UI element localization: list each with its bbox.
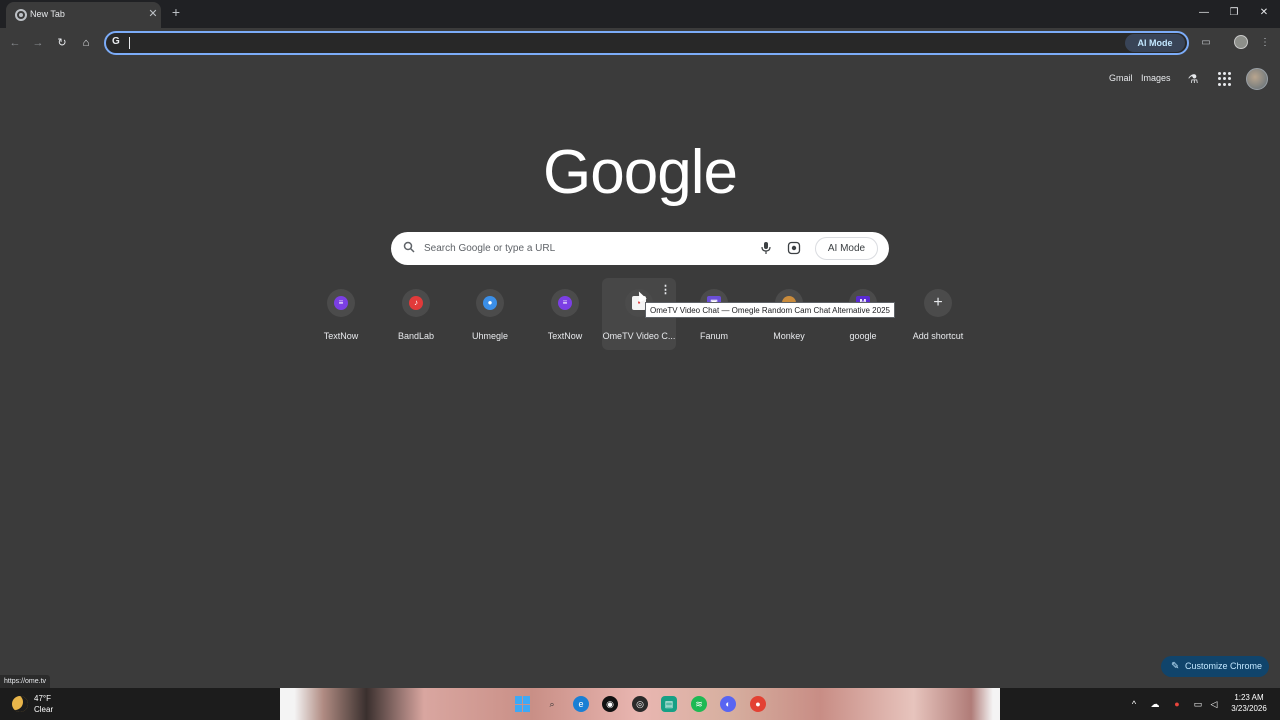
shortcut-tooltip: OmeTV Video Chat — Omegle Random Cam Cha…: [645, 302, 895, 318]
status-bar-url: https://ome.tv: [0, 675, 51, 689]
shortcut-label: BandLab: [397, 331, 435, 341]
shortcut-more-icon[interactable]: ⋮: [660, 283, 671, 297]
shortcut-label: OmeTV Video C...: [602, 331, 676, 341]
reload-button[interactable]: ↻: [53, 34, 71, 52]
minimize-button[interactable]: —: [1194, 4, 1214, 22]
moon-icon[interactable]: [12, 696, 28, 712]
discord-icon[interactable]: ◐: [720, 696, 736, 712]
app-icon[interactable]: ▤: [661, 696, 677, 712]
shortcut-label: TextNow: [547, 331, 583, 341]
restore-button[interactable]: ❐: [1224, 4, 1244, 22]
ai-mode-label: AI Mode: [1137, 38, 1173, 48]
shortcut-tile[interactable]: ≡ TextNow: [304, 278, 378, 350]
textnow-icon: ≡: [558, 296, 572, 310]
tab-strip: New Tab ✕ + — ❐ ✕: [0, 0, 1280, 28]
new-tab-button[interactable]: +: [169, 5, 183, 21]
obs-icon[interactable]: ◉: [602, 696, 618, 712]
ai-mode-label: AI Mode: [827, 243, 866, 254]
microphone-icon[interactable]: [760, 241, 772, 255]
shortcut-tile[interactable]: ● Uhmegle: [453, 278, 527, 350]
weather-condition: Clear: [34, 705, 54, 714]
google-g-icon: G: [112, 36, 120, 47]
pencil-icon: ✎: [1171, 661, 1180, 672]
side-panel-icon[interactable]: ▭: [1199, 36, 1213, 50]
shortcut-tile[interactable]: ♪ BandLab: [379, 278, 453, 350]
volume-icon[interactable]: ◁: [1208, 698, 1220, 710]
search-box[interactable]: Search Google or type a URL AI Mode: [391, 232, 889, 265]
shortcut-label: Fanum: [699, 331, 728, 341]
forward-button[interactable]: →: [29, 34, 47, 52]
uhmegle-icon: ●: [483, 296, 497, 310]
lens-icon[interactable]: [787, 241, 801, 255]
images-link[interactable]: Images: [1141, 73, 1171, 83]
browser-toolbar: ← → ↻ ⌂ G AI Mode ▭ ⋮: [0, 28, 1280, 58]
onedrive-icon[interactable]: ☁: [1149, 698, 1161, 710]
tab-title: New Tab: [30, 9, 65, 19]
apps-grid-icon[interactable]: [1218, 72, 1232, 86]
menu-icon[interactable]: ⋮: [1258, 36, 1272, 50]
home-button[interactable]: ⌂: [77, 34, 95, 52]
back-button[interactable]: ←: [6, 34, 24, 52]
chrome-taskbar-icon[interactable]: ●: [750, 696, 766, 712]
clock-time[interactable]: 1:23 AM: [1228, 693, 1270, 702]
chatgpt-icon[interactable]: ◎: [632, 696, 648, 712]
google-logo: Google: [543, 138, 738, 207]
omnibox[interactable]: G AI Mode: [104, 31, 1189, 55]
shortcut-label: Uhmegle: [471, 331, 509, 341]
weather-temperature: 47°F: [34, 694, 51, 703]
shortcut-icon-circle: +: [924, 289, 952, 317]
plus-icon: +: [933, 294, 943, 311]
labs-flask-icon[interactable]: ⚗: [1186, 72, 1200, 86]
windows-taskbar: 47°F Clear ⌕ e ◉ ◎ ▤ ≋ ◐ ● ^ ☁ ● ▭ ◁ 1:2…: [0, 688, 1280, 720]
bandlab-icon: ♪: [409, 296, 423, 310]
shortcut-icon-circle: ●: [476, 289, 504, 317]
shortcut-tile[interactable]: ≡ TextNow: [528, 278, 602, 350]
tab-new-tab[interactable]: New Tab ✕: [6, 2, 161, 28]
microphone-tray-icon[interactable]: ●: [1171, 698, 1183, 710]
network-icon[interactable]: ▭: [1192, 698, 1204, 710]
account-avatar[interactable]: [1246, 68, 1268, 90]
shortcut-label: Monkey: [773, 331, 805, 341]
shortcut-label: Add shortcut: [912, 331, 964, 341]
profile-avatar[interactable]: [1234, 35, 1248, 49]
shortcut-icon-circle: ≡: [551, 289, 579, 317]
edge-icon[interactable]: e: [573, 696, 589, 712]
chevron-up-icon[interactable]: ^: [1128, 698, 1140, 710]
chrome-icon: [15, 9, 27, 21]
windows-start-icon[interactable]: [515, 696, 531, 712]
gmail-link[interactable]: Gmail: [1109, 73, 1133, 83]
search-ai-mode-button[interactable]: AI Mode: [815, 237, 878, 260]
search-taskbar-icon[interactable]: ⌕: [544, 696, 560, 712]
add-shortcut-button[interactable]: + Add shortcut: [901, 278, 975, 350]
shortcut-icon-circle: ≡: [327, 289, 355, 317]
close-window-button[interactable]: ✕: [1254, 4, 1274, 22]
spotify-icon[interactable]: ≋: [691, 696, 707, 712]
shortcut-icon-circle: ♪: [402, 289, 430, 317]
tab-close-icon[interactable]: ✕: [146, 7, 160, 21]
customize-chrome-button[interactable]: ✎ Customize Chrome: [1161, 656, 1269, 677]
search-input[interactable]: Search Google or type a URL: [424, 243, 555, 254]
shortcut-label: TextNow: [323, 331, 359, 341]
search-icon: [403, 241, 415, 253]
clock-date[interactable]: 3/23/2026: [1228, 704, 1270, 713]
textnow-icon: ≡: [334, 296, 348, 310]
text-caret: [129, 37, 130, 49]
customize-chrome-label: Customize Chrome: [1185, 661, 1263, 671]
omnibox-ai-mode-button[interactable]: AI Mode: [1125, 34, 1185, 52]
shortcut-label: google: [849, 331, 877, 341]
